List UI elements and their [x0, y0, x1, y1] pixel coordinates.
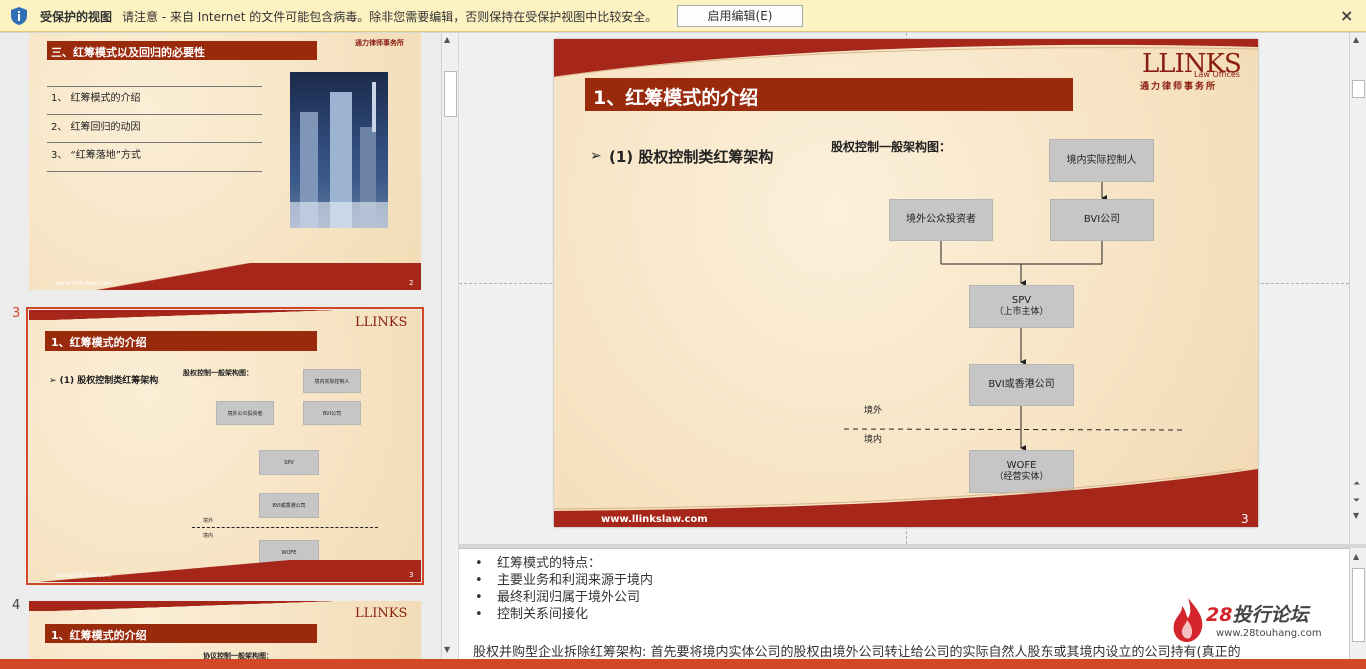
thumb3-diagram-title: 股权控制一般架构图： [183, 369, 253, 377]
watermark-num: 28 [1206, 604, 1233, 626]
thumb2-footer-url: www.llinkslaw.com [55, 280, 111, 287]
thumb3-footer-url: www.llinkslaw.com [55, 572, 111, 579]
status-bar [0, 659, 1366, 669]
thumb4-title: 1、红筹模式的介绍 [51, 629, 147, 642]
label-domestic: 境内 [864, 435, 883, 445]
scroll-up-icon[interactable]: ▲ [444, 35, 450, 44]
slide-footer-url: www.llinkslaw.com [601, 514, 708, 525]
notes-bullet-4: 控制关系间接化 [473, 606, 653, 623]
flame-icon [1173, 598, 1203, 642]
thumb4-number: 4 [12, 598, 21, 613]
thumb2-item-1: 1、 红筹模式的介绍 [51, 93, 141, 104]
slide-page-number: 3 [1241, 512, 1249, 526]
thumb4-logo: LLINKS [355, 606, 408, 621]
slide-thumbnail-2[interactable]: 三、红筹模式以及回归的必要性 通力律师事务所 1、 红筹模式的介绍 2、 红筹回… [29, 33, 421, 290]
thumb4-diagram-title: 协议控制一般架构图： [203, 652, 273, 659]
thumb2-page: 2 [409, 279, 414, 287]
box-domestic-controller: 境内实际控制人 [1049, 139, 1154, 182]
notes-bullet-3: 最终利润归属于境外公司 [473, 589, 653, 606]
protected-view-bar: 受保护的视图 请注意 - 来自 Internet 的文件可能包含病毒。除非您需要… [0, 0, 1366, 32]
notes-bullet-1: 红筹模式的特点： [473, 555, 653, 572]
current-slide[interactable]: LLINKS Law Offices 通力律师事务所 1、红筹模式的介绍 ➢ (… [554, 39, 1258, 527]
thumb2-item-3: 3、 “红筹落地”方式 [51, 150, 141, 161]
protected-view-message: 请注意 - 来自 Internet 的文件可能包含病毒。除非您需要编辑，否则保持… [122, 10, 658, 24]
thumbnail-scroll-thumb[interactable] [444, 71, 457, 117]
main-scroll-down-icon[interactable]: ▼ [1353, 511, 1359, 520]
thumb3-page: 3 [409, 571, 414, 579]
thumb3-logo: LLINKS [355, 315, 408, 330]
notes-scrollbar[interactable]: ▲ [1349, 548, 1366, 659]
box-foreign-investors: 境外公众投资者 [889, 199, 993, 241]
box-bvi-hk: BVI或香港公司 [969, 364, 1074, 406]
watermark-text: 投行论坛 [1232, 604, 1309, 626]
scroll-down-icon[interactable]: ▼ [444, 645, 450, 654]
thumb3-title: 1、红筹模式的介绍 [51, 336, 147, 349]
close-icon[interactable]: × [1340, 6, 1353, 25]
notes-scroll-up-icon[interactable]: ▲ [1353, 552, 1359, 561]
slide-scrollbar[interactable]: ▲ ⏶ ⏷ ▼ [1349, 33, 1366, 544]
main-scroll-thumb[interactable] [1352, 80, 1365, 98]
slide-thumbnail-4[interactable]: 1、红筹模式的介绍 LLINKS 协议控制一般架构图： [29, 601, 421, 659]
thumb2-item-2: 2、 红筹回归的动因 [51, 122, 141, 133]
notes-paragraph: 股权并购型企业拆除红筹架构: 首先要将境内实体公司的股权由境外公司转让给公司的实… [473, 645, 1241, 659]
enable-editing-button[interactable]: 启用编辑(E) [677, 5, 803, 27]
thumb3-subtitle: ➢ (1) 股权控制类红筹架构 [49, 376, 159, 386]
thumb2-logo: 通力律师事务所 [355, 39, 404, 47]
site-watermark: 28投行论坛 www.28touhang.com [1170, 594, 1340, 646]
slide-thumbnail-3[interactable]: 1、红筹模式的介绍 LLINKS ➢ (1) 股权控制类红筹架构 股权控制一般架… [29, 310, 421, 582]
slide-thumbnail-pane: 三、红筹模式以及回归的必要性 通力律师事务所 1、 红筹模式的介绍 2、 红筹回… [0, 33, 441, 659]
next-slide-icon[interactable]: ⏷ [1353, 496, 1360, 506]
thumbnail-scrollbar[interactable]: ▲ ▼ [441, 33, 458, 659]
notes-bullet-2: 主要业务和利润来源于境内 [473, 572, 653, 589]
diagram-connectors [843, 182, 1185, 451]
thumb2-header: 三、红筹模式以及回归的必要性 [51, 46, 205, 59]
thumb3-number: 3 [12, 306, 21, 321]
watermark-url: www.28touhang.com [1216, 628, 1322, 639]
box-bvi: BVI公司 [1050, 199, 1154, 241]
label-abroad: 境外 [864, 406, 883, 416]
protected-view-title: 受保护的视图 [40, 10, 113, 24]
thumb2-city-photo [290, 72, 388, 228]
prev-slide-icon[interactable]: ⏶ [1353, 479, 1360, 489]
main-scroll-up-icon[interactable]: ▲ [1353, 35, 1359, 44]
notes-bullet-list: 红筹模式的特点： 主要业务和利润来源于境内 最终利润归属于境外公司 控制关系间接… [473, 555, 653, 623]
shield-info-icon [11, 7, 27, 25]
notes-scroll-thumb[interactable] [1352, 568, 1365, 642]
box-spv: SPV （上市主体） [969, 285, 1074, 328]
